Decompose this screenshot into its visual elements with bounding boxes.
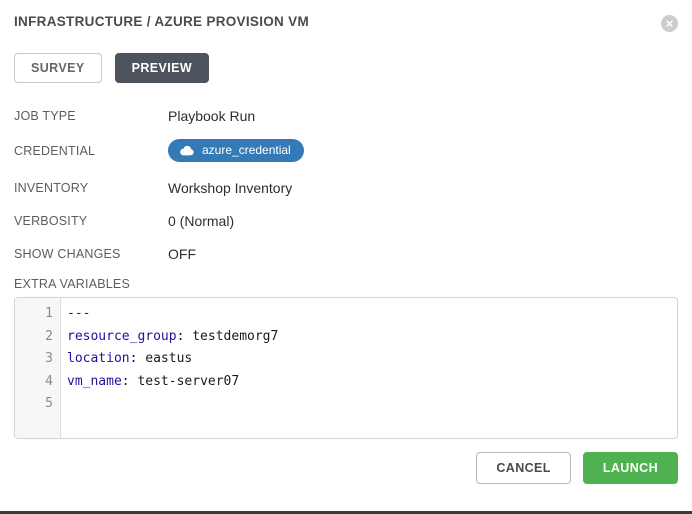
extra-variables-code-area[interactable]: --- resource_group: testdemorg7 location… xyxy=(61,298,677,438)
job-type-value: Playbook Run xyxy=(168,108,255,124)
code-line xyxy=(67,393,677,416)
yaml-key: location xyxy=(67,351,130,366)
inventory-value: Workshop Inventory xyxy=(168,180,292,196)
verbosity-label: VERBOSITY xyxy=(14,214,168,228)
yaml-doc-start: --- xyxy=(67,306,90,321)
code-line: --- xyxy=(67,303,677,326)
dialog-header: INFRASTRUCTURE / AZURE PROVISION VM × xyxy=(14,0,678,32)
credential-label: CREDENTIAL xyxy=(14,144,168,158)
tab-bar: SURVEY PREVIEW xyxy=(14,53,678,83)
line-number: 4 xyxy=(15,371,60,394)
detail-row-credential: CREDENTIAL azure_credential xyxy=(14,139,678,162)
page-title: INFRASTRUCTURE / AZURE PROVISION VM xyxy=(14,14,309,29)
close-icon: × xyxy=(666,17,674,30)
extra-variables-editor: 1 2 3 4 5 --- resource_group: testdemorg… xyxy=(14,297,678,439)
job-type-label: JOB TYPE xyxy=(14,109,168,123)
editor-line-number-gutter: 1 2 3 4 5 xyxy=(15,298,61,438)
cancel-button[interactable]: CANCEL xyxy=(476,452,570,484)
tab-survey[interactable]: SURVEY xyxy=(14,53,102,83)
line-number: 5 xyxy=(15,393,60,416)
detail-row-job-type: JOB TYPE Playbook Run xyxy=(14,106,678,126)
yaml-value: testdemorg7 xyxy=(192,329,278,344)
inventory-label: INVENTORY xyxy=(14,181,168,195)
detail-row-verbosity: VERBOSITY 0 (Normal) xyxy=(14,211,678,231)
yaml-key: vm_name xyxy=(67,374,122,389)
job-details: JOB TYPE Playbook Run CREDENTIAL azure_c… xyxy=(14,106,678,264)
line-number: 2 xyxy=(15,326,60,349)
yaml-value: test-server07 xyxy=(137,374,239,389)
code-line: resource_group: testdemorg7 xyxy=(67,326,677,349)
yaml-separator: : xyxy=(130,351,146,366)
credential-badge-label: azure_credential xyxy=(202,143,291,157)
launch-job-dialog: INFRASTRUCTURE / AZURE PROVISION VM × SU… xyxy=(0,0,692,514)
show-changes-value: OFF xyxy=(168,246,196,262)
yaml-separator: : xyxy=(177,329,193,344)
detail-row-show-changes: SHOW CHANGES OFF xyxy=(14,244,678,264)
show-changes-label: SHOW CHANGES xyxy=(14,247,168,261)
yaml-key: resource_group xyxy=(67,329,177,344)
credential-badge[interactable]: azure_credential xyxy=(168,139,304,162)
verbosity-value: 0 (Normal) xyxy=(168,213,234,229)
line-number: 3 xyxy=(15,348,60,371)
launch-button[interactable]: LAUNCH xyxy=(583,452,678,484)
extra-variables-label: EXTRA VARIABLES xyxy=(14,277,678,291)
detail-row-inventory: INVENTORY Workshop Inventory xyxy=(14,178,678,198)
dialog-footer: CANCEL LAUNCH xyxy=(476,452,678,484)
close-button[interactable]: × xyxy=(661,15,678,32)
code-line: location: eastus xyxy=(67,348,677,371)
yaml-separator: : xyxy=(122,374,138,389)
tab-preview[interactable]: PREVIEW xyxy=(115,53,209,83)
line-number: 1 xyxy=(15,303,60,326)
code-line: vm_name: test-server07 xyxy=(67,371,677,394)
cloud-icon xyxy=(179,145,194,156)
yaml-value: eastus xyxy=(145,351,192,366)
